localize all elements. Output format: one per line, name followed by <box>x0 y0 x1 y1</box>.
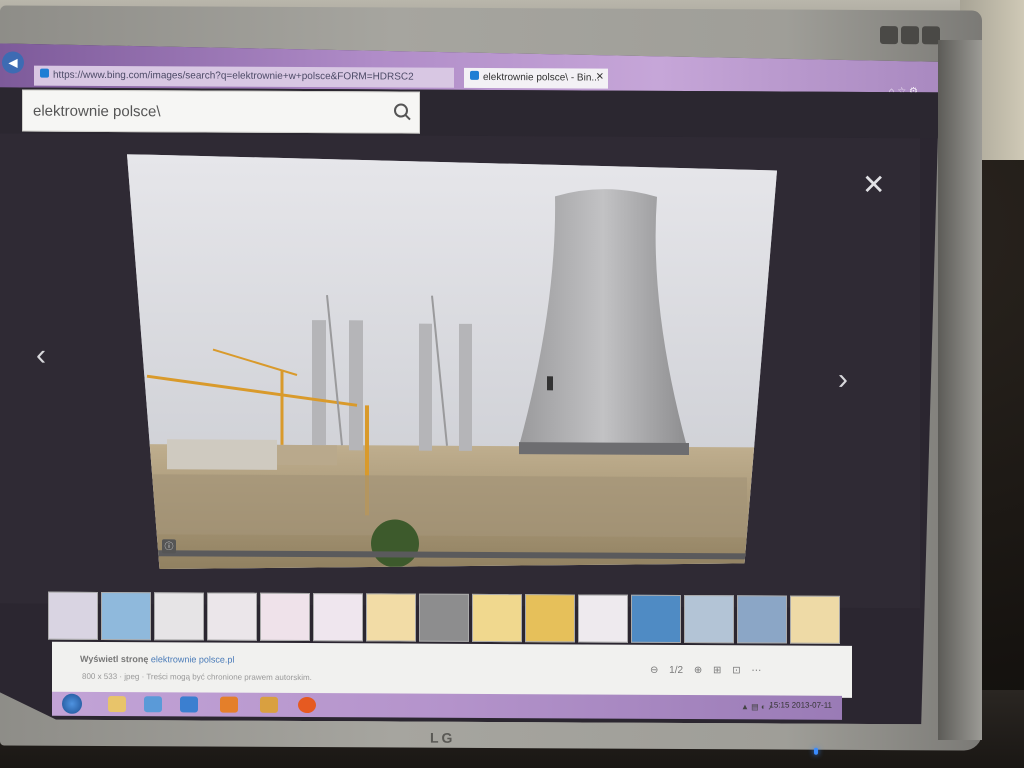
thumbnail[interactable] <box>313 593 363 641</box>
thumbnail-strip <box>48 592 848 648</box>
zoom-in-button[interactable]: ⊕ <box>694 665 702 676</box>
bing-favicon-icon <box>470 71 479 80</box>
explorer-icon[interactable] <box>108 696 126 712</box>
monitor-side <box>938 40 982 740</box>
system-tray[interactable]: ▲ ▤ ◐ ♪ <box>741 702 772 711</box>
thumbnail[interactable] <box>260 593 310 641</box>
clock[interactable]: 15:15 2013-07-11 <box>769 700 832 709</box>
media-icon[interactable] <box>220 697 238 713</box>
thumbnail[interactable] <box>366 593 416 641</box>
tab-label: elektrownie polsce\ - Bin... <box>483 71 600 84</box>
address-bar[interactable]: https://www.bing.com/images/search?q=ele… <box>34 66 454 88</box>
tab-close-icon[interactable]: ✕ <box>596 72 604 83</box>
thumbnail[interactable] <box>154 592 204 640</box>
windows-taskbar: ▲ ▤ ◐ ♪ 15:15 2013-07-11 <box>52 692 842 720</box>
back-button[interactable]: ◀ <box>2 51 24 73</box>
folder-icon[interactable] <box>260 697 278 713</box>
thumbnail[interactable] <box>737 595 787 643</box>
search-icon[interactable] <box>391 101 413 123</box>
zoom-out-button[interactable]: ⊖ <box>650 665 658 676</box>
info-icon[interactable]: ⓘ <box>162 539 176 553</box>
page-indicator: 1/2 <box>669 664 684 677</box>
image-details-bar: Wyświetl stronę elektrownie polsce.pl 80… <box>52 642 852 698</box>
monitor-bezel: ◀ https://www.bing.com/images/search?q=e… <box>0 5 982 755</box>
image-viewer: ‹ › ✕ ⓘ <box>0 133 920 608</box>
source-line: Wyświetl stronę elektrownie polsce.pl <box>80 654 234 665</box>
bezel-button[interactable] <box>901 26 919 45</box>
search-area: elektrownie polsce\ <box>0 87 940 138</box>
next-image-button[interactable]: › <box>838 363 848 397</box>
monitor-brand-logo: LG <box>430 729 456 746</box>
bezel-buttons[interactable] <box>880 26 946 48</box>
browser-tab-bar: ◀ https://www.bing.com/images/search?q=e… <box>0 43 940 92</box>
main-photo[interactable] <box>127 154 777 589</box>
thumbnail[interactable] <box>207 593 257 641</box>
slideshow-button[interactable]: ⊡ <box>732 665 740 676</box>
thumbnail[interactable] <box>684 595 734 643</box>
viewer-controls: ⊖ 1/2 ⊕ ⊞ ⊡ ⋯ <box>650 665 769 677</box>
firefox-icon[interactable] <box>298 697 316 713</box>
fullscreen-button[interactable]: ⊞ <box>713 665 721 676</box>
image-meta: 800 x 533 · jpeg · Treści mogą być chron… <box>82 671 312 683</box>
search-query: elektrownie polsce\ <box>33 102 161 121</box>
start-button-icon[interactable] <box>62 694 82 714</box>
thumbnail[interactable] <box>101 592 151 640</box>
previous-image-button[interactable]: ‹ <box>36 339 46 373</box>
thumbnail[interactable] <box>419 594 469 642</box>
ie-active-icon[interactable] <box>180 696 198 712</box>
ie-icon[interactable] <box>144 696 162 712</box>
bezel-button[interactable] <box>880 26 898 45</box>
address-text: https://www.bing.com/images/search?q=ele… <box>53 69 414 83</box>
view-page-label[interactable]: Wyświetl stronę <box>80 654 148 664</box>
close-viewer-button[interactable]: ✕ <box>862 168 885 201</box>
screen: ◀ https://www.bing.com/images/search?q=e… <box>0 43 940 724</box>
thumbnail[interactable] <box>578 594 628 642</box>
thumbnail[interactable] <box>631 595 681 643</box>
search-input[interactable]: elektrownie polsce\ <box>22 90 420 134</box>
thumbnail[interactable] <box>48 592 98 640</box>
favicon-icon <box>40 69 49 78</box>
tab-active[interactable]: elektrownie polsce\ - Bin... ✕ <box>464 68 608 89</box>
thumbnail[interactable] <box>525 594 575 642</box>
thumbnail[interactable] <box>472 594 522 642</box>
thumbnail[interactable] <box>790 596 840 644</box>
more-button[interactable]: ⋯ <box>751 665 761 676</box>
power-led <box>814 747 818 755</box>
power-plant-photo <box>127 154 777 589</box>
source-link[interactable]: elektrownie polsce.pl <box>151 654 235 664</box>
